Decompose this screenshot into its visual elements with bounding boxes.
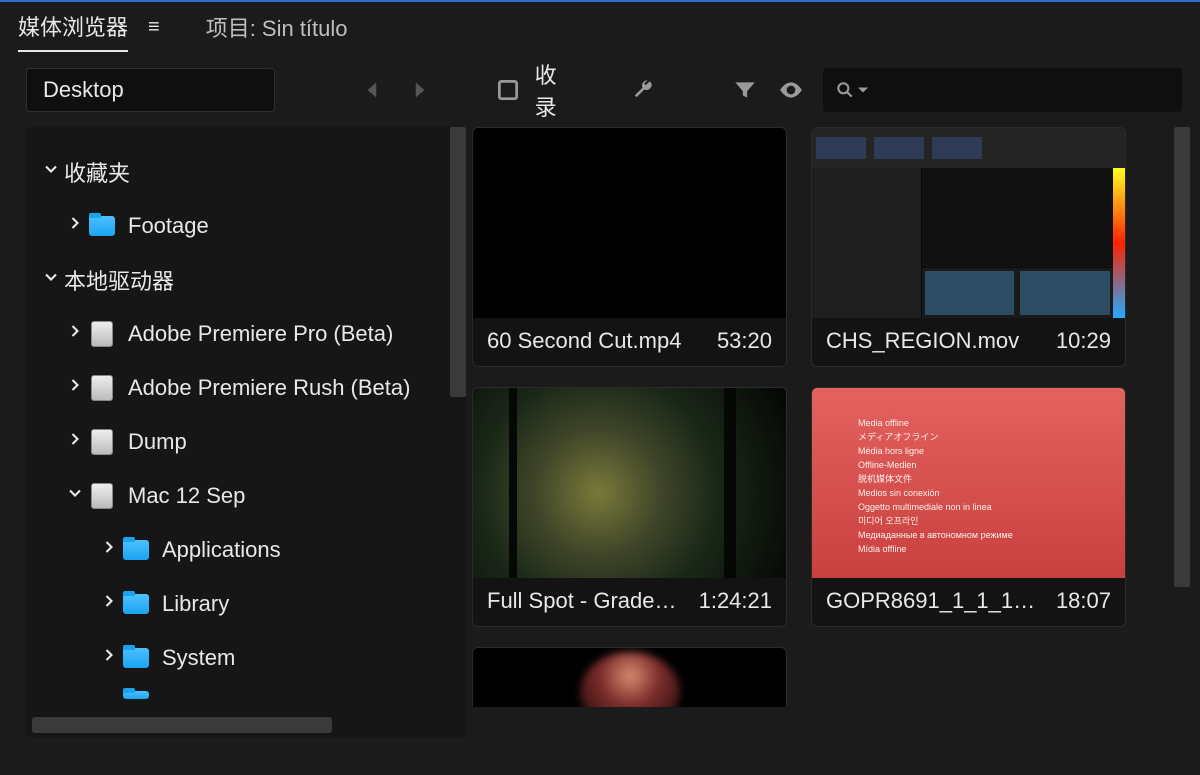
tree-item-label: Adobe Premiere Pro (Beta): [128, 321, 393, 347]
toolbar: Desktop 收录: [0, 52, 1200, 127]
tree-section-local-drives[interactable]: 本地驱动器: [34, 253, 456, 307]
chevron-down-icon: [62, 483, 88, 509]
tree-item-label: Mac 12 Sep: [128, 483, 245, 509]
folder-tree-panel: 收藏夹 Footage 本地驱动器 Adobe Premiere Pro (Be…: [26, 127, 466, 737]
tree-item-system[interactable]: System: [34, 631, 456, 685]
folder-icon: [122, 593, 150, 615]
ingest-label[interactable]: 收录: [535, 58, 577, 122]
chevron-right-icon: [62, 429, 88, 455]
tree-item-more[interactable]: [34, 685, 456, 705]
nav-back-button[interactable]: [358, 75, 387, 105]
drive-icon: [88, 323, 116, 345]
media-name: 60 Second Cut.mp4: [487, 328, 681, 354]
tree-item-label: Adobe Premiere Rush (Beta): [128, 375, 410, 401]
tree-item-label: Footage: [128, 213, 209, 239]
tree-item-label: Applications: [162, 537, 281, 563]
media-thumbnail-offline: Media offline メディアオフライン Média hors ligne…: [812, 388, 1125, 578]
media-thumbnail: [473, 128, 786, 318]
path-dropdown-value: Desktop: [43, 77, 124, 103]
media-name: Full Spot - Grade…: [487, 588, 677, 614]
media-duration: 1:24:21: [699, 588, 772, 614]
tree-item-footage[interactable]: Footage: [34, 199, 456, 253]
media-thumbnail: [473, 388, 786, 578]
tree-section-label: 本地驱动器: [64, 264, 174, 296]
wrench-icon[interactable]: [628, 75, 657, 105]
folder-icon: [122, 539, 150, 561]
tree-horizontal-scrollbar[interactable]: [32, 717, 460, 733]
chevron-right-icon: [62, 375, 88, 401]
nav-forward-button[interactable]: [405, 75, 434, 105]
media-item[interactable]: CHS_REGION.mov 10:29: [811, 127, 1126, 367]
path-dropdown[interactable]: Desktop: [26, 68, 275, 112]
tab-media-browser[interactable]: 媒体浏览器: [18, 8, 128, 52]
chevron-down-icon: [38, 267, 64, 293]
tree-item-library[interactable]: Library: [34, 577, 456, 631]
panel-menu-icon[interactable]: ≡: [148, 16, 160, 45]
media-item[interactable]: Full Spot - Grade… 1:24:21: [472, 387, 787, 627]
chevron-right-icon: [62, 321, 88, 347]
folder-icon: [122, 685, 150, 705]
drive-icon: [88, 431, 116, 453]
tree-item-label: Dump: [128, 429, 187, 455]
tree-vertical-scrollbar[interactable]: [450, 127, 466, 397]
drive-icon: [88, 377, 116, 399]
search-input[interactable]: [881, 78, 1170, 101]
drive-icon: [88, 485, 116, 507]
ingest-checkbox-icon[interactable]: [494, 75, 523, 105]
media-item[interactable]: [472, 647, 787, 707]
caret-down-icon: [853, 80, 873, 100]
media-duration: 10:29: [1056, 328, 1111, 354]
media-thumbnail: [812, 128, 1125, 318]
media-duration: 53:20: [717, 328, 772, 354]
chevron-right-icon: [96, 591, 122, 617]
search-icon: [835, 80, 855, 100]
folder-icon: [122, 647, 150, 669]
eye-icon[interactable]: [777, 75, 806, 105]
chevron-down-icon: [38, 159, 64, 185]
media-duration: 18:07: [1056, 588, 1111, 614]
media-grid-panel: 60 Second Cut.mp4 53:20 CHS_REGION.mov 1…: [472, 127, 1190, 737]
content-vertical-scrollbar[interactable]: [1174, 127, 1190, 587]
tree-section-label: 收藏夹: [64, 156, 130, 188]
search-field[interactable]: [823, 68, 1182, 112]
tree-item-dump[interactable]: Dump: [34, 415, 456, 469]
filter-icon[interactable]: [730, 75, 759, 105]
media-item[interactable]: 60 Second Cut.mp4 53:20: [472, 127, 787, 367]
media-name: CHS_REGION.mov: [826, 328, 1019, 354]
tab-project[interactable]: 项目: Sin título: [206, 9, 348, 51]
folder-icon: [88, 215, 116, 237]
media-thumbnail: [473, 648, 786, 707]
panel-tabs: 媒体浏览器 ≡ 项目: Sin título: [0, 2, 1200, 52]
tree-item-premiere-rush[interactable]: Adobe Premiere Rush (Beta): [34, 361, 456, 415]
chevron-right-icon: [96, 537, 122, 563]
chevron-right-icon: [62, 213, 88, 239]
tree-section-favorites[interactable]: 收藏夹: [34, 145, 456, 199]
tree-item-label: System: [162, 645, 235, 671]
tree-item-applications[interactable]: Applications: [34, 523, 456, 577]
tree-item-label: Library: [162, 591, 229, 617]
media-name: GOPR8691_1_1_1…: [826, 588, 1035, 614]
tree-item-premiere-pro[interactable]: Adobe Premiere Pro (Beta): [34, 307, 456, 361]
media-item[interactable]: Media offline メディアオフライン Média hors ligne…: [811, 387, 1126, 627]
chevron-right-icon: [96, 645, 122, 671]
tree-item-mac12sep[interactable]: Mac 12 Sep: [34, 469, 456, 523]
